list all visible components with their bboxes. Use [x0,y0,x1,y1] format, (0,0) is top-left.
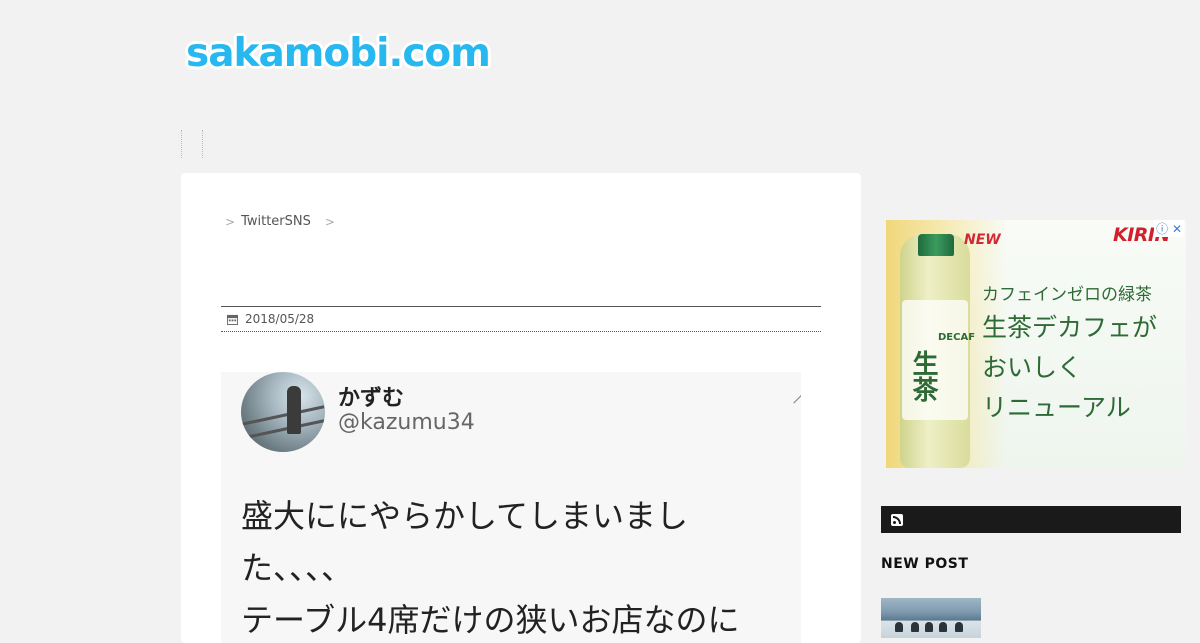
rss-feed-bar[interactable] [881,506,1181,533]
tweet-text-line: 盛大ににやらかしてしまいまし [241,497,689,535]
tweet-author-name: かずむ [338,386,405,411]
chevron-down-icon: ❘ [789,388,801,408]
breadcrumb-separator: > [225,214,236,229]
new-post-heading: NEW POST [881,556,969,572]
site-logo[interactable]: sakamobi.com [186,32,491,76]
article-card: > TwitterSNS > 2018/05/28 かずむ @kazumu34 … [181,173,861,643]
post-meta: 2018/05/28 [221,306,821,332]
post-date: 2018/05/28 [245,312,315,326]
tweet-text-line: テーブル4席だけの狭いお店なのに [241,601,740,639]
ad-choices-icon[interactable]: ⓘ ✕ [1154,220,1184,237]
ad-copy-line: リニューアル [982,393,1131,422]
nav-divider [181,130,182,158]
new-post-thumbnail[interactable] [881,598,981,638]
tweet-text: 盛大ににやらかしてしまいまし た、、、、 テーブル4席だけの狭いお店なのに [241,490,739,643]
product-name-vertical: 生茶 [908,350,938,402]
new-badge: NEW [964,232,1001,248]
tweet-screenshot: かずむ @kazumu34 ❘ 盛大ににやらかしてしまいまし た、、、、 テーブ… [221,372,801,643]
decaf-label: DECAF [938,332,976,343]
calendar-icon [227,314,238,325]
avatar [241,372,325,452]
breadcrumb-item-category[interactable]: TwitterSNS [241,214,311,229]
nav-divider [202,130,203,158]
tweet-author-handle: @kazumu34 [338,410,475,435]
tweet-text-line: た、、、、 [241,549,354,587]
sidebar-ad-banner[interactable]: 生茶 DECAF NEW KIRIN ⓘ ✕ カフェインゼロの緑茶 生茶デカフェ… [886,220,1186,468]
rss-icon [891,513,903,526]
breadcrumb: > TwitterSNS > [225,214,335,229]
ad-copy-line: 生茶デカフェが [982,313,1158,342]
ad-copy-line: おいしく [982,353,1083,382]
ad-copy: カフェインゼロの緑茶 生茶デカフェが おいしく リニューアル [982,282,1157,428]
ad-copy-line: カフェインゼロの緑茶 [982,285,1152,305]
breadcrumb-separator: > [324,214,335,229]
